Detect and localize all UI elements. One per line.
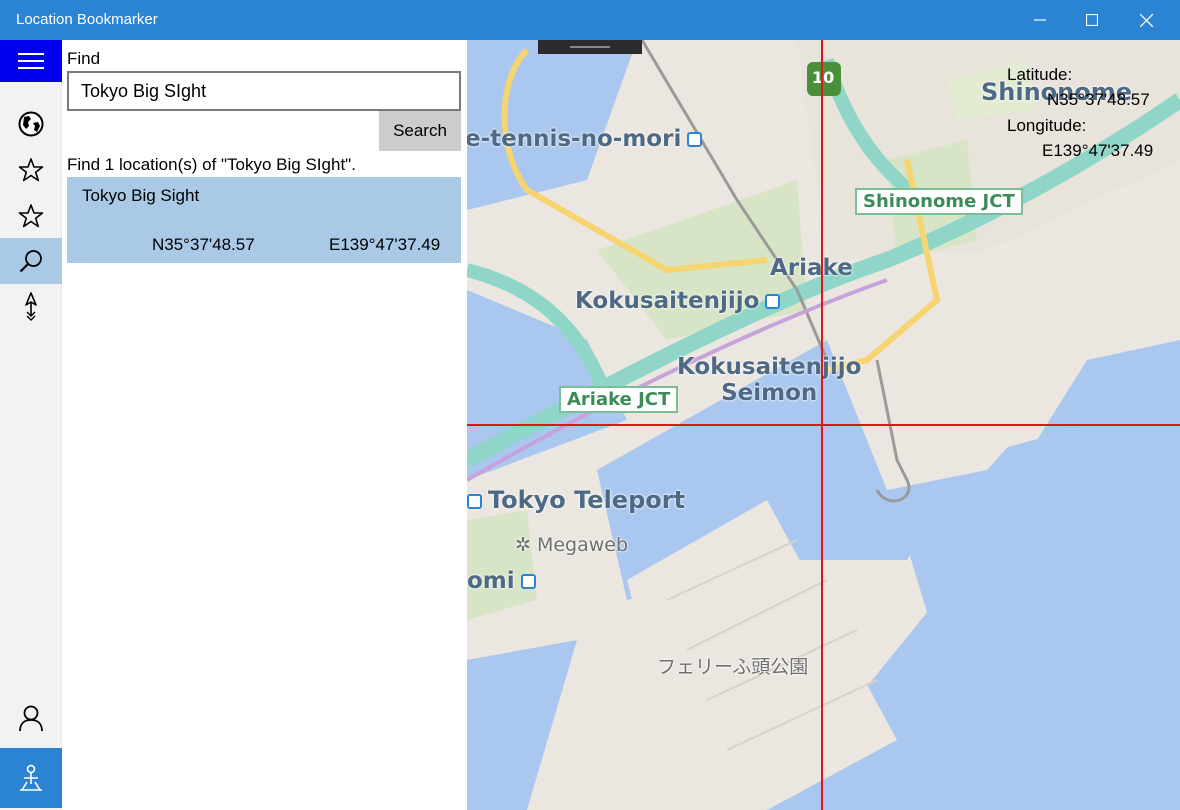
globe-icon xyxy=(18,111,44,137)
route-shield-number: 10 xyxy=(812,68,835,87)
person-icon xyxy=(19,705,43,732)
search-icon xyxy=(19,250,42,273)
find-input[interactable] xyxy=(67,71,461,111)
map-label-omi: omi xyxy=(467,568,536,594)
map-label-shinonome-jct: Shinonome JCT xyxy=(855,188,1023,215)
map-view[interactable]: Shinonome 10 e-tennis-no-mori Shinonome … xyxy=(467,40,1180,810)
map-label-tennis: e-tennis-no-mori xyxy=(467,126,703,152)
minimize-button[interactable] xyxy=(1014,0,1066,40)
find-pane: Find Search Find 1 location(s) of "Tokyo… xyxy=(62,40,467,810)
search-nav-button[interactable] xyxy=(0,238,62,284)
close-button[interactable] xyxy=(1120,0,1172,40)
map-label-ferry-park: フェリーふ頭公園 xyxy=(657,656,809,678)
latitude-label: Latitude: xyxy=(1007,65,1073,84)
navigate-button[interactable] xyxy=(0,284,62,330)
map-label-kokusaitenjijo-seimon: Kokusaitenjijo Seimon xyxy=(677,354,862,406)
pane-resize-handle[interactable] xyxy=(538,40,642,54)
map-label-ariake-jct: Ariake JCT xyxy=(559,386,679,413)
map-label-megaweb: ✲ Megaweb xyxy=(515,534,629,556)
crosshair-horizontal xyxy=(467,424,1180,426)
current-location-button[interactable] xyxy=(0,748,62,808)
result-longitude: E139°47'37.49 xyxy=(329,235,441,254)
account-button[interactable] xyxy=(0,695,62,741)
bookmarks-button[interactable] xyxy=(0,193,62,239)
search-button[interactable]: Search xyxy=(379,111,461,151)
longitude-label: Longitude: xyxy=(1007,116,1087,135)
favorites-button[interactable] xyxy=(0,147,62,193)
hamburger-menu-icon xyxy=(18,53,44,69)
hamburger-menu-button[interactable] xyxy=(0,40,62,82)
app-title: Location Bookmarker xyxy=(16,11,158,28)
map-label-ariake: Ariake xyxy=(770,255,853,281)
minimize-icon xyxy=(1034,19,1046,21)
search-result-item[interactable]: Tokyo Big Sight N35°37'48.57 E139°47'37.… xyxy=(67,177,461,263)
ferris-wheel-icon: ✲ xyxy=(515,534,537,556)
close-icon xyxy=(1139,13,1153,27)
map-label-tokyo-teleport: Tokyo Teleport xyxy=(467,486,685,514)
find-label: Find xyxy=(67,49,101,68)
navigation-rail xyxy=(0,40,62,810)
result-name: Tokyo Big Sight xyxy=(82,186,200,205)
title-bar: Location Bookmarker xyxy=(0,0,1180,40)
result-count-text: Find 1 location(s) of "Tokyo Big SIght". xyxy=(67,155,356,174)
result-latitude: N35°37'48.57 xyxy=(152,235,255,254)
navigation-arrow-icon xyxy=(25,292,37,321)
map-pin-location-icon xyxy=(20,764,42,791)
star-outline-icon xyxy=(18,204,44,228)
map-view-button[interactable] xyxy=(0,101,62,147)
map-label-kokusaitenjijo: Kokusaitenjijo xyxy=(575,288,781,314)
maximize-button[interactable] xyxy=(1066,0,1118,40)
longitude-value: E139°47'37.49 xyxy=(1042,141,1154,160)
star-outline-icon xyxy=(18,158,44,182)
latitude-value: N35°37'48.57 xyxy=(1047,90,1150,109)
maximize-icon xyxy=(1086,14,1098,26)
